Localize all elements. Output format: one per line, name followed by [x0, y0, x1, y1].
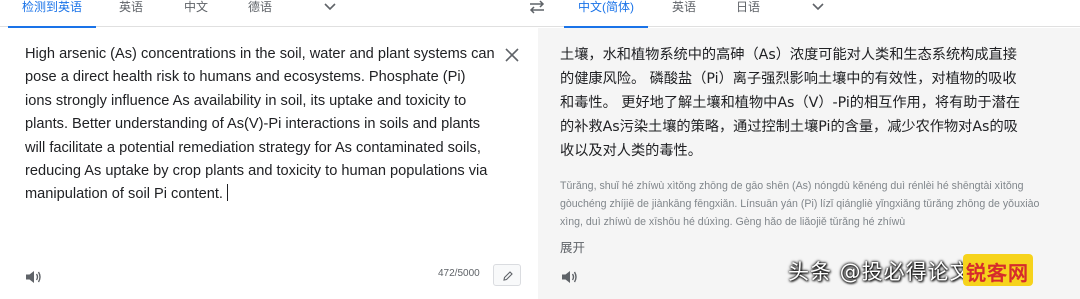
- close-icon[interactable]: [503, 46, 521, 64]
- source-text: High arsenic (As) concentrations in the …: [25, 46, 495, 203]
- pencil-icon: [503, 271, 513, 281]
- edit-button[interactable]: [493, 264, 521, 286]
- source-lang-tab-chinese[interactable]: 中文: [184, 0, 208, 27]
- swap-languages-icon[interactable]: [527, 0, 547, 14]
- chevron-down-icon[interactable]: [811, 1, 825, 13]
- expand-link[interactable]: 展开: [560, 237, 585, 256]
- source-text-input[interactable]: High arsenic (As) concentrations in the …: [25, 43, 495, 207]
- speaker-icon[interactable]: [560, 268, 578, 286]
- character-counter: 472/5000: [438, 268, 480, 279]
- source-lang-tab-detected[interactable]: 检测到英语: [7, 0, 97, 28]
- source-lang-tab-german[interactable]: 德语: [248, 0, 272, 27]
- language-tab-bar: 检测到英语 英语 中文 德语 中文(简体) 英语 日语: [0, 0, 1080, 28]
- speaker-icon[interactable]: [24, 268, 42, 286]
- text-caret: [226, 184, 228, 202]
- source-lang-tab-english[interactable]: 英语: [119, 0, 143, 27]
- target-lang-tab-chinese-simplified[interactable]: 中文(简体): [564, 0, 648, 28]
- translation-text: 土壤，水和植物系统中的高砷（As）浓度可能对人类和生态系统构成直接的健康风险。 …: [560, 47, 1021, 159]
- target-lang-tab-english[interactable]: 英语: [672, 0, 696, 27]
- watermark-badge: 锐客网: [963, 254, 1033, 286]
- romanization-text: Tǔrǎng, shuǐ hé zhíwù xìtǒng zhōng de gā…: [560, 180, 1040, 228]
- watermark-badge-label: 锐客网: [966, 261, 1029, 285]
- source-pane: High arsenic (As) concentrations in the …: [0, 28, 538, 299]
- target-lang-tab-japanese[interactable]: 日语: [736, 0, 760, 27]
- chevron-down-icon[interactable]: [323, 1, 337, 13]
